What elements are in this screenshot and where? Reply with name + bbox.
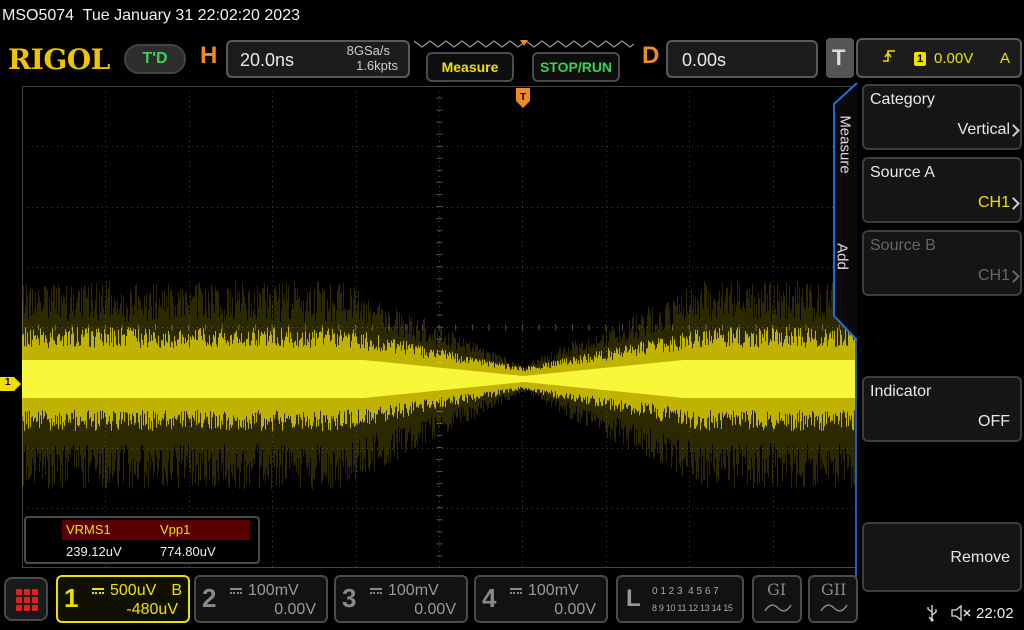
dc-coupling-icon — [510, 588, 522, 594]
menu-category-key: Category — [870, 91, 935, 108]
menu-indicator-value: OFF — [978, 413, 1010, 430]
usb-icon — [926, 604, 938, 622]
ch1-marker-label: 1 — [5, 377, 11, 388]
wave-icon — [820, 604, 848, 612]
menu-indicator-key: Indicator — [870, 383, 932, 400]
main-menu-button[interactable] — [4, 577, 48, 621]
channel-4-offset: 0.00V — [554, 601, 596, 618]
menu-source-a-value: CH1 — [977, 194, 1010, 211]
channel-3-number: 3 — [342, 583, 357, 613]
trigger-box[interactable]: 1 0.00V A — [856, 38, 1022, 78]
delay-label[interactable]: D — [642, 42, 659, 70]
channel-4-scale: 100mV — [528, 582, 579, 599]
trigger-edge-icon — [882, 48, 896, 64]
menu-remove-label: Remove — [950, 549, 1010, 566]
trigger-box-T[interactable]: T — [826, 38, 854, 78]
dc-coupling-icon — [230, 588, 242, 594]
side-panel-border — [855, 340, 857, 592]
waveform-display[interactable] — [21, 85, 857, 568]
dc-coupling-icon — [92, 588, 104, 594]
channel-4-number: 4 — [482, 583, 497, 613]
trigger-label: T — [832, 45, 846, 70]
rigol-logo: RIGOL — [8, 43, 110, 76]
channel-3-box[interactable]: 3 100mV 0.00V — [334, 575, 468, 623]
menu-category[interactable]: Category Vertical — [862, 84, 1022, 150]
horizontal-box[interactable]: 20.0ns 8GSa/s 1.6kpts — [226, 40, 410, 78]
delay-box[interactable]: 0.00s — [666, 40, 818, 78]
trigger-channel-badge: 1 — [914, 52, 926, 66]
decoder-1-label: GI — [767, 580, 787, 599]
vrms-header: VRMS1 — [62, 520, 156, 540]
tab-measure-label: Measure — [836, 115, 854, 174]
stop-run-button[interactable]: STOP/RUN — [532, 52, 620, 82]
sample-rate: 8GSa/s — [346, 43, 390, 58]
delay-value: 0.00s — [682, 50, 727, 70]
channel-2-box[interactable]: 2 100mV 0.00V — [194, 575, 328, 623]
title-bar: MSO5074 Tue January 31 22:02:20 2023 — [2, 7, 300, 24]
logic-analyzer-box[interactable]: L 0 1 2 3 4 5 6 7 8 9 10 11 12 13 14 15 — [616, 575, 744, 623]
menu-source-b-key: Source B — [870, 237, 936, 254]
vpp-value: 774.80uV — [160, 544, 216, 559]
waveform-grid — [21, 85, 857, 568]
menu-indicator[interactable]: Indicator OFF — [862, 376, 1022, 442]
measurement-panel: VRMS1 Vpp1 239.12uV 774.80uV — [24, 516, 260, 564]
dc-coupling-icon — [370, 588, 382, 594]
channel-2-offset: 0.00V — [274, 601, 316, 618]
menu-source-a-key: Source A — [870, 164, 935, 181]
channel-3-offset: 0.00V — [414, 601, 456, 618]
mode-badge[interactable]: T'D — [124, 44, 186, 74]
decoder-2-label: GII — [821, 580, 847, 599]
menu-source-b-value: CH1 — [977, 267, 1010, 284]
timebase-value: 20.0ns — [240, 50, 295, 70]
measure-button[interactable]: Measure — [426, 52, 514, 82]
channel-4-box[interactable]: 4 100mV 0.00V — [474, 575, 608, 623]
channel-2-number: 2 — [202, 583, 217, 613]
channel-2-scale: 100mV — [248, 582, 299, 599]
channel-3-scale: 100mV — [388, 582, 439, 599]
trigger-mode: A — [1000, 50, 1011, 67]
stop-run-label: STOP/RUN — [539, 59, 613, 75]
logic-label: L — [626, 585, 641, 612]
trigger-position-marker[interactable]: T — [515, 87, 531, 109]
menu-source-b[interactable]: Source B CH1 — [862, 230, 1022, 296]
tab-add[interactable]: Add — [830, 226, 854, 286]
trigger-level: 0.00V — [934, 50, 974, 67]
wave-icon — [764, 604, 792, 612]
decoder-1-button[interactable]: GI — [752, 575, 802, 623]
vrms-value: 239.12uV — [66, 544, 122, 559]
channel-1-bandwidth: B — [171, 582, 182, 599]
menu-category-value: Vertical — [957, 121, 1010, 138]
trigger-position-bar — [413, 38, 635, 50]
channel-1-scale: 500uV — [110, 582, 157, 599]
speaker-muted-icon[interactable] — [950, 604, 972, 622]
ch1-offset-marker[interactable]: 1 — [0, 377, 22, 391]
decoder-2-button[interactable]: GII — [808, 575, 858, 623]
tab-add-label: Add — [833, 243, 851, 270]
vpp-header: Vpp1 — [156, 520, 250, 540]
menu-source-a[interactable]: Source A CH1 — [862, 157, 1022, 223]
memory-depth: 1.6kpts — [356, 58, 398, 73]
menu-remove[interactable]: Remove — [862, 522, 1022, 592]
svg-text:T: T — [520, 92, 526, 103]
grid-menu-icon — [16, 589, 38, 611]
channel-1-number: 1 — [64, 583, 79, 613]
clock-time: 22:02 — [976, 605, 1014, 622]
channel-1-offset: -480uV — [126, 601, 178, 618]
mode-label: T'D — [142, 50, 168, 67]
measure-button-label: Measure — [441, 59, 499, 75]
horizontal-label[interactable]: H — [200, 42, 217, 70]
logic-row-1: 0 1 2 3 4 5 6 7 — [652, 586, 719, 597]
channel-1-box[interactable]: 1 500uV B -480uV — [56, 575, 190, 623]
tab-measure[interactable]: Measure — [830, 104, 854, 194]
logic-row-2: 8 9 10 11 12 13 14 15 — [652, 603, 733, 613]
